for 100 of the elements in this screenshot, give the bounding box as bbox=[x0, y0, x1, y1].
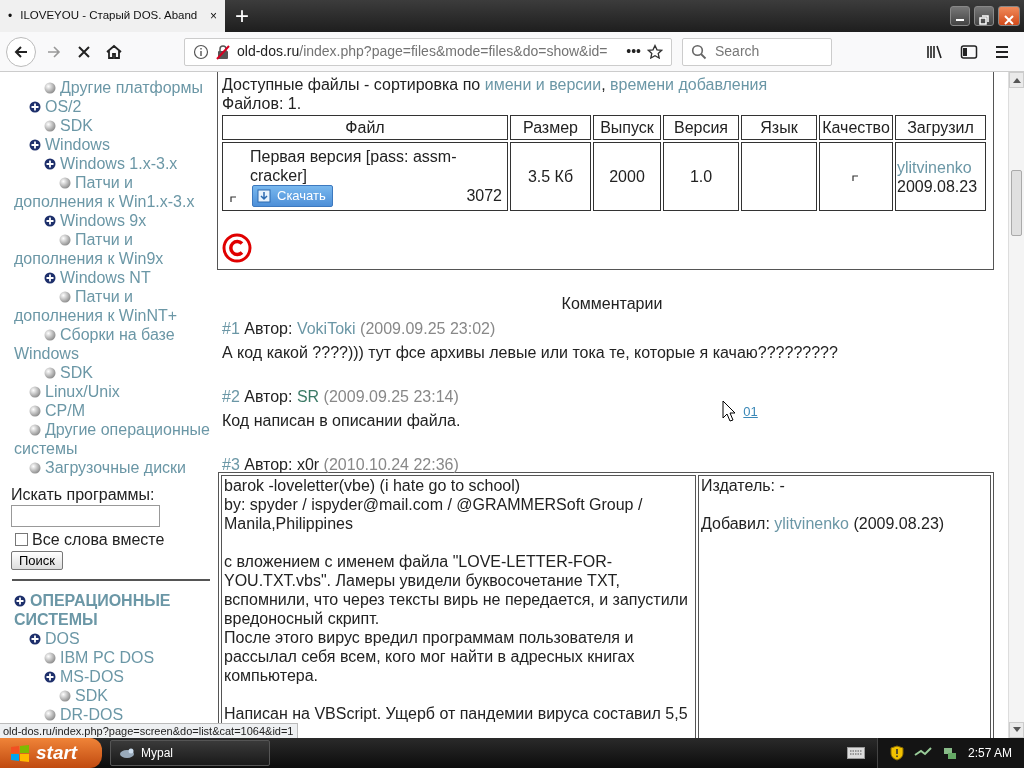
tree-link[interactable]: SDK bbox=[0, 686, 216, 705]
tree-link[interactable]: Windows 1.x-3.x bbox=[0, 154, 216, 173]
search-button[interactable]: Поиск bbox=[11, 551, 64, 570]
close-button[interactable] bbox=[998, 6, 1020, 26]
back-button[interactable] bbox=[6, 36, 36, 67]
checkbox[interactable] bbox=[15, 533, 28, 546]
taskbar-button[interactable]: Mypal bbox=[110, 740, 270, 766]
stop-icon bbox=[76, 43, 92, 60]
bullet-icon bbox=[59, 690, 71, 702]
forward-icon bbox=[46, 43, 62, 60]
bullet-icon bbox=[59, 234, 71, 246]
comment-number[interactable]: #2 bbox=[222, 388, 240, 405]
restore-button[interactable] bbox=[974, 6, 994, 26]
tree-link[interactable]: SDK bbox=[0, 363, 216, 382]
author-label: Автор: bbox=[244, 456, 293, 473]
tab-title: ILOVEYOU - Старый DOS. Aband bbox=[20, 8, 199, 24]
network-icon[interactable] bbox=[941, 745, 958, 761]
scrollbar[interactable] bbox=[1008, 72, 1024, 738]
scroll-down-icon[interactable] bbox=[1012, 727, 1021, 733]
separator: , bbox=[601, 76, 607, 93]
comment-date: (2010.10.24 22:36) bbox=[323, 456, 459, 473]
tab-close-button[interactable]: × bbox=[210, 7, 217, 25]
star-icon[interactable] bbox=[647, 43, 663, 60]
keyboard-icon[interactable] bbox=[846, 747, 865, 759]
added-date: (2009.08.23) bbox=[852, 515, 945, 532]
search-box[interactable]: Search bbox=[682, 37, 832, 66]
bullet-icon bbox=[44, 82, 56, 94]
author-link[interactable]: SR bbox=[296, 388, 320, 405]
uploader-link[interactable]: ylitvinenko bbox=[897, 158, 972, 176]
tree-link[interactable]: Windows bbox=[0, 135, 216, 154]
search-label: Искать программы: bbox=[11, 485, 156, 504]
shield-icon[interactable] bbox=[889, 745, 904, 761]
column-header: Загрузил bbox=[895, 115, 986, 140]
scroll-thumb[interactable] bbox=[1011, 170, 1022, 236]
tree-link[interactable]: Windows 9x bbox=[0, 211, 216, 230]
loading-indicator: • bbox=[8, 8, 13, 25]
added-by-link[interactable]: ylitvinenko bbox=[774, 515, 849, 532]
new-tab-button[interactable]: + bbox=[225, 2, 259, 30]
tree-link[interactable]: Другие операционные системы bbox=[0, 420, 216, 458]
address-bar[interactable]: old-dos.ru/index.php?page=files&mode=files&do=show&id= ••• bbox=[184, 37, 672, 66]
home-icon bbox=[106, 43, 122, 60]
insecure-lock-icon bbox=[215, 43, 231, 60]
browser-tab[interactable]: • ILOVEYOU - Старый DOS. Aband × bbox=[0, 0, 225, 32]
expand-icon bbox=[29, 139, 41, 151]
author-link[interactable]: VokiToki bbox=[296, 320, 356, 337]
tree-link[interactable]: OS/2 bbox=[0, 97, 216, 116]
download-count: 3072 bbox=[466, 186, 502, 205]
tree-link[interactable]: Windows NT bbox=[0, 268, 216, 287]
author-label: Автор: bbox=[244, 320, 293, 337]
tree-link[interactable]: Сборки на базе Windows bbox=[0, 325, 216, 363]
search-field[interactable]: Search bbox=[713, 40, 813, 63]
scroll-up-icon[interactable] bbox=[1012, 77, 1021, 83]
comment-text: с вложением с именем файла "LOVE-LETTER-FOR-YOU.TXT.vbs". Ламеры увидели буквосочетание TXT, вспомнили, что через тексты вирь не передается, и запустили вредоносный скрипт. bbox=[224, 552, 689, 628]
column-header: Версия bbox=[663, 115, 739, 140]
tree-link[interactable]: ОПЕРАЦИОННЫЕ СИСТЕМЫ bbox=[0, 591, 216, 629]
tree-link[interactable]: Загрузочные диски bbox=[0, 458, 216, 477]
page-actions-button[interactable]: ••• bbox=[626, 41, 641, 62]
copyright-icon bbox=[222, 233, 252, 263]
tree-link[interactable]: CP/M bbox=[0, 401, 216, 420]
search-input[interactable] bbox=[11, 505, 160, 527]
pointer-icon bbox=[722, 400, 736, 422]
sort-link[interactable]: времени добавления bbox=[610, 76, 768, 93]
download-button[interactable]: Скачать bbox=[252, 184, 333, 207]
sidebar-icon[interactable] bbox=[960, 43, 978, 60]
status-url: old-dos.ru/index.php?page=screen&do=list&cat=1064&id=1 bbox=[0, 723, 298, 738]
app-icon bbox=[119, 746, 135, 760]
clock: 2:57 AM bbox=[967, 745, 1012, 762]
tree-link[interactable]: Другие платформы bbox=[0, 78, 216, 97]
bullet-icon bbox=[29, 405, 41, 417]
library-icon[interactable] bbox=[926, 43, 944, 60]
bullet-icon bbox=[59, 177, 71, 189]
tree-link[interactable]: DR-DOS bbox=[0, 705, 216, 724]
tree-link[interactable]: DOS bbox=[0, 629, 216, 648]
tree-link[interactable]: IBM PC DOS bbox=[0, 648, 216, 667]
comment-number[interactable]: #1 bbox=[222, 320, 240, 337]
tree-link[interactable]: Linux/Unix bbox=[0, 382, 216, 401]
download-icon bbox=[257, 188, 271, 203]
tree-link[interactable]: MS-DOS bbox=[0, 667, 216, 686]
menu-icon[interactable] bbox=[994, 43, 1010, 60]
expand-icon bbox=[44, 158, 56, 170]
bullet-icon bbox=[44, 120, 56, 132]
checkbox-label: Все слова вместе bbox=[32, 531, 165, 548]
tree-link[interactable]: Патчи и дополнения к WinNT+ bbox=[0, 287, 216, 325]
tree-link[interactable]: SDK bbox=[0, 116, 216, 135]
bullet-icon bbox=[44, 652, 56, 664]
bullet-icon bbox=[29, 462, 41, 474]
link[interactable]: 01 bbox=[743, 402, 758, 430]
close-icon bbox=[1004, 14, 1014, 25]
minimize-button[interactable] bbox=[950, 6, 970, 26]
bullet-icon bbox=[44, 329, 56, 341]
comment-number[interactable]: #3 bbox=[222, 456, 240, 473]
column-header: Качество bbox=[819, 115, 893, 140]
author-label: Автор: bbox=[244, 388, 293, 405]
bullet-icon bbox=[44, 709, 56, 721]
sort-link[interactable]: имени и версии bbox=[484, 76, 602, 93]
bullet-icon bbox=[59, 291, 71, 303]
start-button[interactable]: start bbox=[0, 738, 102, 768]
tree-link[interactable]: Патчи и дополнения к Win1.x-3.x bbox=[0, 173, 216, 211]
tree-link[interactable]: Патчи и дополнения к Win9x bbox=[0, 230, 216, 268]
publisher-text: Издатель: - bbox=[701, 476, 786, 495]
